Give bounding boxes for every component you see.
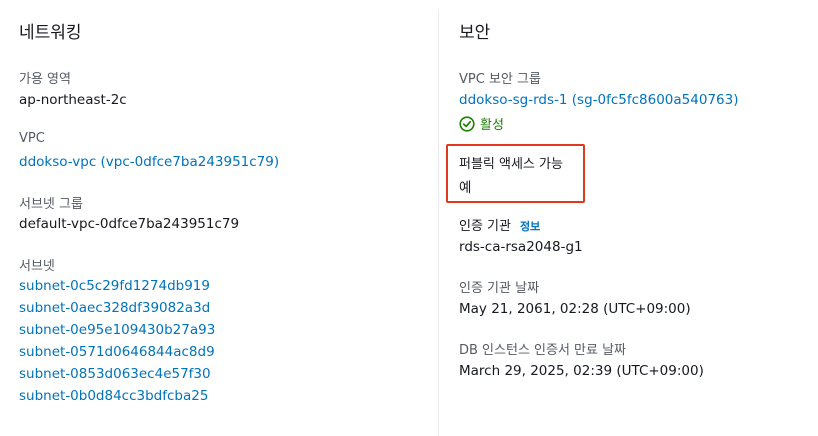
certificate-authority-label: 인증 기관 정보 xyxy=(459,215,540,234)
security-group-status: 활성 xyxy=(459,114,504,133)
subnet-link[interactable]: subnet-0853d063ec4e57f30 xyxy=(19,366,211,382)
vpc-label: VPC xyxy=(19,131,45,146)
vpc-security-group-label: VPC 보안 그룹 xyxy=(459,72,541,87)
security-title: 보안 xyxy=(459,23,491,43)
vpc-link[interactable]: ddokso-vpc (vpc-0dfce7ba243951c79) xyxy=(19,154,279,170)
networking-title: 네트워킹 xyxy=(19,23,82,43)
public-access-highlight-box xyxy=(446,144,585,203)
subnet-link[interactable]: subnet-0571d0646844ac8d9 xyxy=(19,344,215,360)
subnet-link[interactable]: subnet-0b0d84cc3bdfcba25 xyxy=(19,388,208,404)
ca-date-label: 인증 기관 날짜 xyxy=(459,281,540,296)
db-cert-expiry-label: DB 인스턴스 인증서 만료 날짜 xyxy=(459,343,627,358)
subnets-label: 서브넷 xyxy=(19,259,55,274)
subnet-link[interactable]: subnet-0c5c29fd1274db919 xyxy=(19,278,210,294)
status-text: 활성 xyxy=(480,118,504,133)
ca-date-value: May 21, 2061, 02:28 (UTC+09:00) xyxy=(459,301,691,317)
check-circle-icon xyxy=(459,115,475,132)
rds-connectivity-security-panel: 네트워킹 가용 영역 ap-northeast-2c VPC ddokso-vp… xyxy=(0,0,818,436)
subnet-link[interactable]: subnet-0e95e109430b27a93 xyxy=(19,322,215,338)
info-link[interactable]: 정보 xyxy=(520,220,540,233)
db-cert-expiry-value: March 29, 2025, 02:39 (UTC+09:00) xyxy=(459,363,704,379)
column-divider xyxy=(438,10,439,436)
certificate-authority-label-text: 인증 기관 xyxy=(459,219,511,234)
subnet-link[interactable]: subnet-0aec328df39082a3d xyxy=(19,300,210,316)
certificate-authority-value: rds-ca-rsa2048-g1 xyxy=(459,239,583,255)
availability-zone-value: ap-northeast-2c xyxy=(19,92,127,108)
subnet-group-label: 서브넷 그룹 xyxy=(19,197,83,212)
vpc-security-group-link[interactable]: ddokso-sg-rds-1 (sg-0fc5fc8600a540763) xyxy=(459,92,738,108)
subnet-group-value: default-vpc-0dfce7ba243951c79 xyxy=(19,216,240,232)
availability-zone-label: 가용 영역 xyxy=(19,72,71,87)
